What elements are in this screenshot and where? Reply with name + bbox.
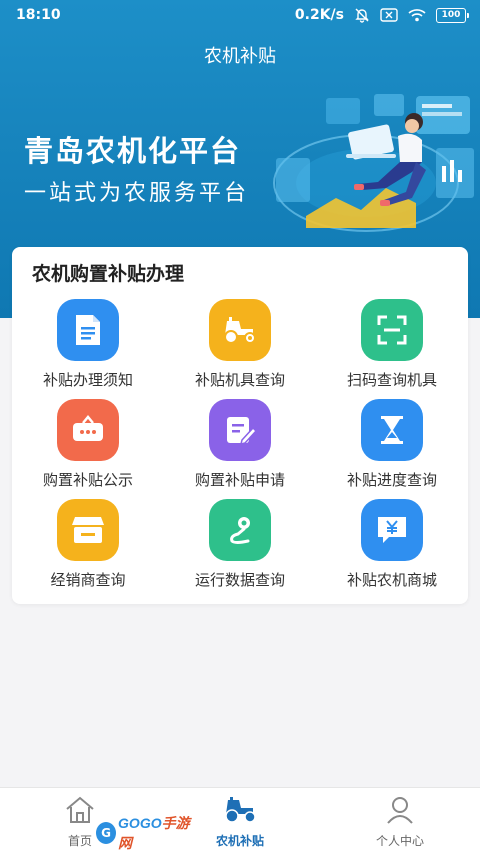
service-label: 扫码查询机具 bbox=[346, 371, 437, 389]
network-speed: 0.2K/s bbox=[294, 7, 344, 23]
status-bar: 18:10 0.2K/s 100 bbox=[0, 0, 480, 30]
sim-off-icon bbox=[380, 8, 398, 22]
home-icon bbox=[64, 796, 96, 828]
service-dealer-query[interactable]: 经销商查询 bbox=[12, 499, 164, 599]
service-label: 补贴办理须知 bbox=[42, 371, 133, 389]
service-subsidy-apply[interactable]: 购置补贴申请 bbox=[164, 399, 316, 499]
service-label: 补贴机具查询 bbox=[194, 371, 285, 389]
document-icon bbox=[57, 299, 119, 361]
battery-icon: 100 bbox=[436, 7, 469, 23]
edit-form-icon bbox=[209, 399, 271, 461]
section-title: 农机购置补贴办理 bbox=[32, 263, 185, 285]
service-label: 购置补贴公示 bbox=[42, 471, 133, 489]
service-operation-data[interactable]: 运行数据查询 bbox=[164, 499, 316, 599]
watermark-text: GOGO手游网 bbox=[118, 815, 190, 851]
service-grid: 补贴办理须知 补贴机具查询 扫码查询机具 购置补贴公示 购置补贴申请 补贴进度查… bbox=[12, 299, 468, 599]
watermark-logo: G GOGO手游网 bbox=[96, 815, 196, 851]
service-label: 补贴进度查询 bbox=[346, 471, 437, 489]
person-icon bbox=[385, 796, 415, 828]
tractor-icon bbox=[209, 299, 271, 361]
service-machine-query[interactable]: 补贴机具查询 bbox=[164, 299, 316, 399]
page-title: 农机补贴 bbox=[204, 46, 276, 67]
tractor-icon bbox=[222, 796, 258, 828]
yuan-chat-icon bbox=[361, 499, 423, 561]
tab-label: 农机补贴 bbox=[215, 834, 264, 848]
service-label: 购置补贴申请 bbox=[194, 471, 285, 489]
bottom-tab-bar: 首页 农机补贴 个人中心 bbox=[0, 787, 480, 853]
platform-illustration bbox=[273, 94, 474, 232]
mute-bell-icon bbox=[354, 7, 370, 23]
store-icon bbox=[57, 499, 119, 561]
banner-subtitle: 一站式为农服务平台 bbox=[24, 181, 250, 206]
watermark-badge: G bbox=[96, 822, 117, 844]
tab-profile[interactable]: 个人中心 bbox=[320, 788, 480, 853]
service-subsidy-mall[interactable]: 补贴农机商城 bbox=[316, 499, 468, 599]
service-label: 运行数据查询 bbox=[194, 571, 285, 589]
service-label: 补贴农机商城 bbox=[346, 571, 437, 589]
service-subsidy-guide[interactable]: 补贴办理须知 bbox=[12, 299, 164, 399]
subsidy-service-card: 农机购置补贴办理 补贴办理须知 补贴机具查询 扫码查询机具 购置补贴公示 购置补… bbox=[12, 247, 468, 604]
bulletin-icon bbox=[57, 399, 119, 461]
service-scan-query[interactable]: 扫码查询机具 bbox=[316, 299, 468, 399]
service-progress-query[interactable]: 补贴进度查询 bbox=[316, 399, 468, 499]
wifi-icon bbox=[408, 8, 426, 22]
service-label: 经销商查询 bbox=[50, 571, 126, 589]
hourglass-icon bbox=[361, 399, 423, 461]
status-time: 18:10 bbox=[16, 7, 61, 23]
service-subsidy-notice[interactable]: 购置补贴公示 bbox=[12, 399, 164, 499]
location-route-icon bbox=[209, 499, 271, 561]
scan-icon bbox=[361, 299, 423, 361]
tab-label: 个人中心 bbox=[375, 834, 424, 848]
banner-title: 青岛农机化平台 bbox=[24, 134, 242, 168]
tab-label: 首页 bbox=[67, 834, 92, 848]
